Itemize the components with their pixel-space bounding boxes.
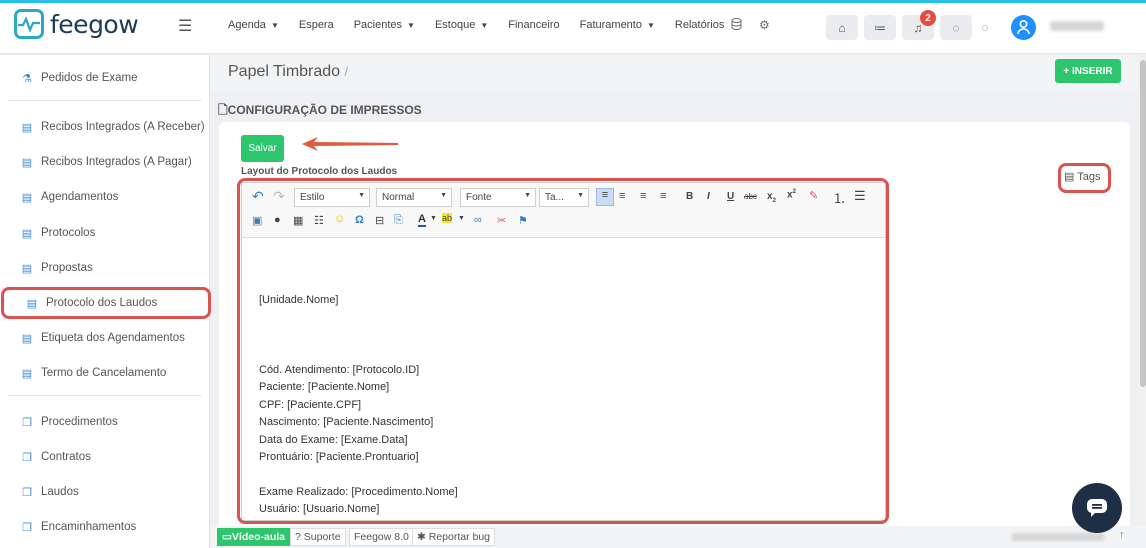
sidebar-item-recibos-pagar[interactable]: ▤ Recibos Integrados (A Pagar) (0, 147, 210, 177)
blurred-info (1012, 533, 1104, 541)
file-icon: ▤ (21, 121, 33, 134)
video-icon: ▭ (222, 531, 232, 543)
sidebar-item-encaminhamentos[interactable]: ❐ Encaminhamentos (0, 512, 210, 542)
logo[interactable]: feegow (14, 9, 139, 39)
page-header (211, 55, 1146, 92)
nav-item-estoque[interactable]: Estoque ▼ (435, 19, 488, 31)
hamburger-menu-icon[interactable]: ☰ (178, 16, 192, 36)
report-bug-button[interactable]: ✱ Reportar bug (412, 528, 496, 546)
breadcrumb-separator: / (344, 64, 349, 79)
sidebar-item-recibos-receber[interactable]: ▤ Recibos Integrados (A Receber) (0, 112, 210, 142)
page-title: Papel Timbrado / (228, 63, 349, 80)
support-button[interactable]: ? Suporte (290, 528, 346, 546)
nav-item-faturamento[interactable]: Faturamento ▼ (580, 19, 655, 31)
chat-widget-button[interactable] (1072, 483, 1122, 533)
flask-icon: ⚗ (22, 72, 32, 85)
chat-button[interactable]: ◌ (940, 15, 972, 40)
file-icon: ▤ (21, 191, 33, 204)
nav-item-espera[interactable]: Espera (299, 19, 334, 31)
video-lesson-button[interactable]: ▭ Vídeo-aula (217, 528, 291, 546)
chat-icon (1087, 499, 1107, 517)
sidebar-item-protocolos[interactable]: ▤ Protocolos (0, 218, 210, 248)
save-button[interactable]: Salvar (241, 135, 284, 162)
sidebar-item-propostas[interactable]: ▤ Propostas (0, 253, 210, 283)
sidebar-divider (8, 100, 202, 101)
nav-item-pacientes[interactable]: Pacientes ▼ (354, 19, 415, 31)
nav-item-financeiro[interactable]: Financeiro (508, 19, 559, 31)
sidebar-item-etiqueta-agendamentos[interactable]: ▤ Etiqueta dos Agendamentos (0, 323, 210, 353)
file-icon: ▤ (21, 262, 33, 275)
caret-down-icon: ▼ (270, 21, 279, 30)
file-icon: ▤ (21, 367, 33, 380)
sidebar-item-termo-cancelamento[interactable]: ▤ Termo de Cancelamento (0, 358, 210, 388)
layout-label: Layout do Protocolo dos Laudos (241, 166, 398, 177)
sidebar-item-laudos[interactable]: ❐ Laudos (0, 477, 210, 507)
status-indicator (982, 25, 988, 31)
sidebar-item-pedidos-de-exame[interactable]: ⚗ Pedidos de Exame (0, 63, 210, 93)
annotation-arrow (302, 137, 398, 151)
caret-down-icon: ▼ (480, 21, 489, 30)
brand-name: feegow (50, 9, 139, 39)
highlight-box-editor (237, 178, 889, 524)
bug-icon: ✱ (417, 531, 426, 543)
username-blurred[interactable] (1050, 21, 1104, 31)
copy-icon: ❐ (22, 486, 32, 499)
user-avatar[interactable] (1011, 15, 1036, 40)
highlight-box-sidebar (1, 287, 211, 319)
chat-bubbles-icon: ◌ (952, 20, 960, 35)
main-nav: Agenda ▼ Espera Pacientes ▼ Estoque ▼ Finan… (228, 19, 724, 31)
help-icon: ? (295, 531, 301, 543)
sidebar-divider (8, 395, 202, 396)
copy-icon: ❐ (22, 521, 32, 534)
file-icon: ▤ (21, 227, 33, 240)
copy-icon: ❐ (22, 451, 32, 464)
sidebar-item-procedimentos[interactable]: ❐ Procedimentos (0, 407, 210, 437)
nav-item-agenda[interactable]: Agenda ▼ (228, 19, 279, 31)
nav-item-relatorios[interactable]: Relatórios (675, 19, 725, 31)
scroll-top-icon[interactable]: ↑ (1119, 529, 1125, 541)
inbox-button[interactable]: ⌂ (826, 15, 858, 40)
pulse-logo-icon (14, 9, 44, 39)
version-label: Feegow 8.0 (349, 528, 414, 546)
database-icon[interactable] (731, 18, 742, 33)
sidebar-item-agendamentos[interactable]: ▤ Agendamentos (0, 182, 210, 212)
notification-badge: 2 (920, 10, 936, 26)
caret-down-icon: ▼ (646, 21, 655, 30)
caret-down-icon: ▼ (407, 21, 415, 30)
document-icon: 🗋 (218, 103, 228, 117)
file-icon: ▤ (21, 156, 33, 169)
tasks-button[interactable]: ≔ (864, 15, 896, 40)
sidebar-item-contratos[interactable]: ❐ Contratos (0, 442, 210, 472)
highlight-box-tags (1058, 163, 1111, 193)
section-title: 🗋CONFIGURAÇÃO DE IMPRESSOS (218, 103, 422, 117)
insert-button[interactable]: + INSERIR (1055, 59, 1121, 83)
file-icon: ▤ (21, 332, 33, 345)
checklist-icon: ≔ (874, 20, 886, 35)
scrollbar-thumb[interactable] (1140, 60, 1146, 387)
copy-icon: ❐ (22, 416, 32, 429)
gear-icon[interactable]: ⚙ (759, 18, 770, 32)
inbox-icon: ⌂ (838, 20, 846, 35)
